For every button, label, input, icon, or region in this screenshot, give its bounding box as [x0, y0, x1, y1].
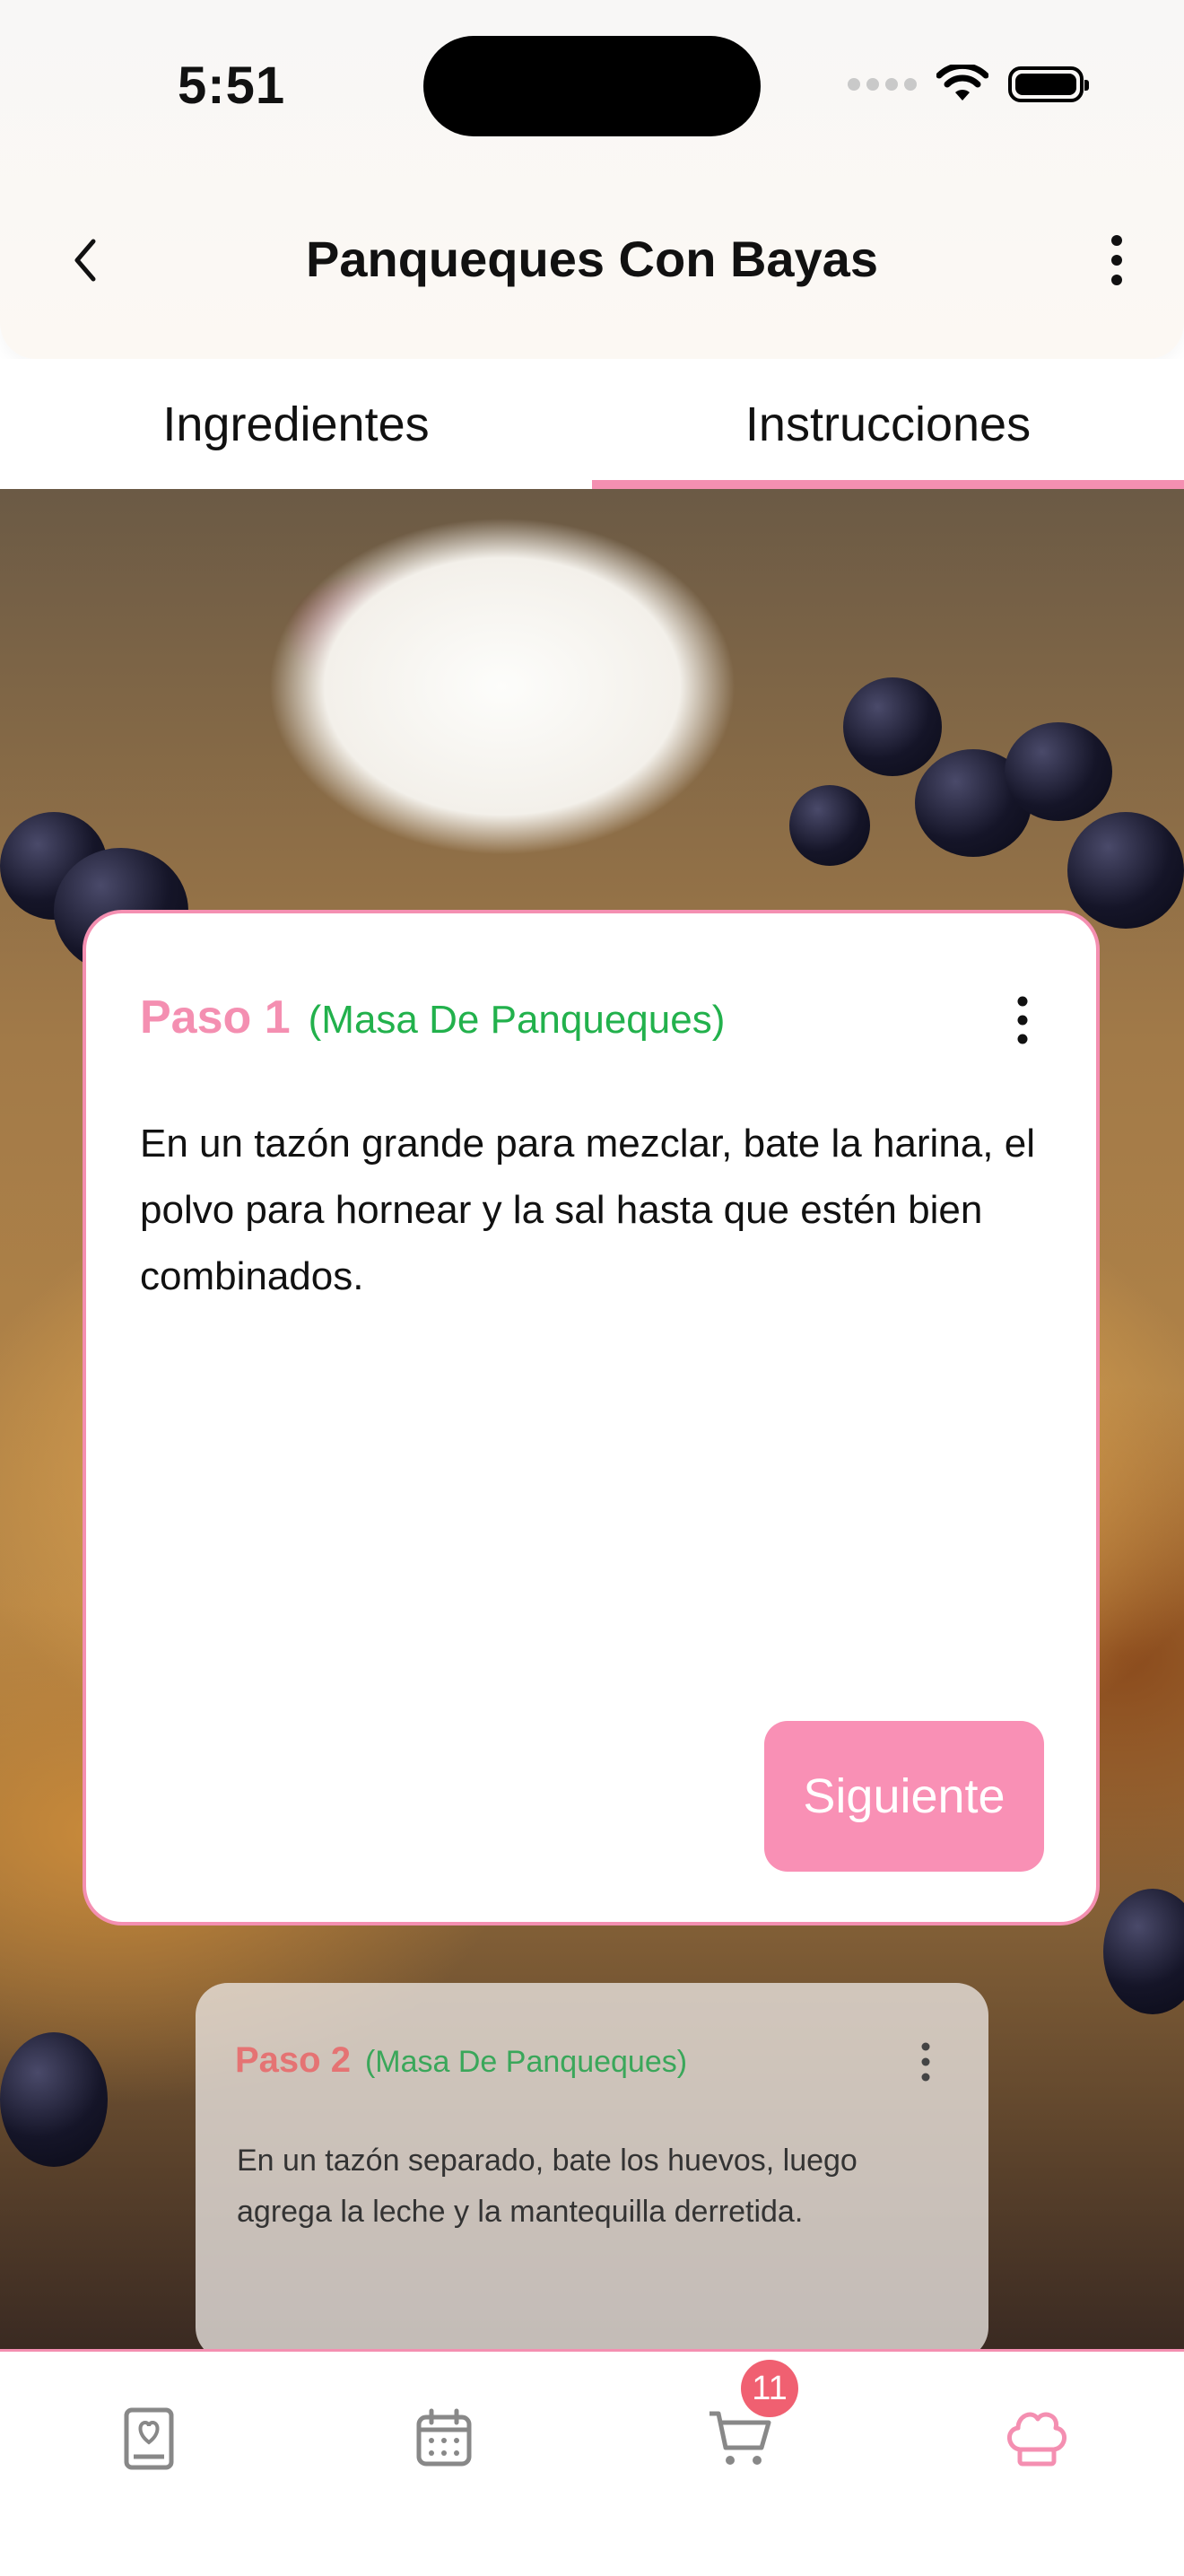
tab-instrucciones[interactable]: Instrucciones	[592, 359, 1184, 489]
nav-calendar[interactable]	[395, 2389, 493, 2488]
more-options-button[interactable]	[1085, 224, 1148, 296]
tab-ingredientes[interactable]: Ingredientes	[0, 359, 592, 489]
step-number: Paso 1	[140, 991, 291, 1043]
tab-bar: Ingredientes Instrucciones	[0, 359, 1184, 489]
chef-hat-icon	[1007, 2412, 1066, 2467]
step-number: Paso 2	[235, 2040, 351, 2080]
header: 5:51 Panqueques Con Bayas	[0, 0, 1184, 359]
calendar-icon	[416, 2408, 472, 2467]
battery-icon	[1008, 66, 1089, 102]
status-time: 5:51	[178, 57, 286, 115]
status-icons	[848, 65, 1089, 104]
active-tab-indicator	[592, 480, 1184, 489]
cart-badge: 11	[741, 2360, 798, 2417]
bottom-nav	[0, 2349, 1184, 2576]
step-more-button[interactable]	[908, 2037, 944, 2087]
step-card-1: Paso 1 (Masa De Panqueques) En un tazón …	[83, 910, 1100, 1925]
nav-recipes[interactable]	[100, 2389, 198, 2488]
step-group: (Masa De Panqueques)	[364, 2045, 688, 2079]
wifi-icon	[936, 65, 988, 100]
page-title: Panqueques Con Bayas	[306, 231, 878, 287]
more-vertical-icon	[1111, 235, 1122, 285]
next-step-button[interactable]: Siguiente	[764, 1721, 1044, 1872]
more-vertical-icon	[1017, 996, 1028, 1044]
nav-chef[interactable]	[987, 2389, 1085, 2488]
dynamic-island	[423, 36, 761, 136]
more-vertical-icon	[921, 2042, 930, 2082]
step-instructions: En un tazón separado, bate los huevos, l…	[237, 2144, 858, 2229]
step-card-2[interactable]: Paso 2 (Masa De Panqueques) En un tazón …	[196, 1983, 988, 2360]
step-instructions: En un tazón grande para mezclar, bate la…	[140, 1122, 1035, 1298]
step-header: Paso 2 (Masa De Panqueques)	[235, 2040, 687, 2081]
step-group: (Masa De Panqueques)	[308, 998, 726, 1042]
step-more-button[interactable]	[1005, 989, 1040, 1052]
recipe-book-icon	[124, 2407, 174, 2470]
signal-icon	[848, 78, 917, 91]
step-header: Paso 1 (Masa De Panqueques)	[140, 991, 725, 1044]
